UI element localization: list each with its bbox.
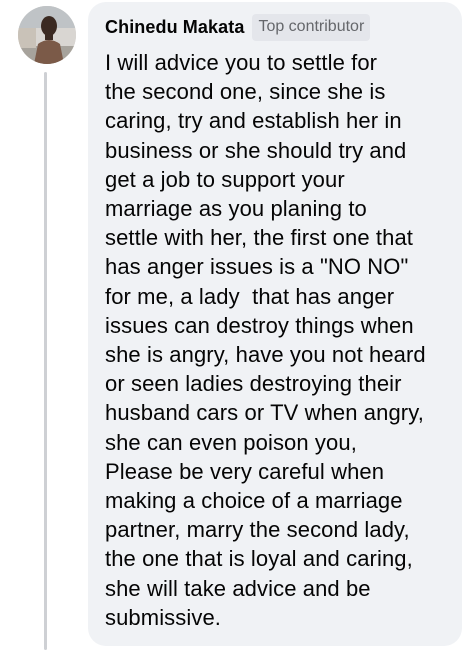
comment-line: for me, a lady that has anger [105,283,395,309]
comment-line: business or she should try and [105,137,407,163]
comment-line: submissive. [105,604,222,630]
author-name[interactable]: Chinedu Makata [105,17,244,38]
comment-line: making a choice of a marriage [105,488,403,514]
comment-line: caring, try and establish her in [105,108,402,134]
comment-line: or seen ladies destroying their [105,371,402,397]
comment-line: has anger issues is a "NO NO" [105,254,409,280]
comment-line: she is angry, have you not heard [105,342,426,368]
reply-thread-line [44,72,47,650]
avatar[interactable] [18,6,76,64]
comment-text: I will advice you to settle for the secon… [105,48,452,632]
comment-line: issues can destroy things when [105,312,414,338]
top-contributor-badge: Top contributor [252,13,371,41]
comment-line: Please be very careful when [105,458,385,484]
user-photo-icon [18,6,76,64]
comment-header: Chinedu Makata Top contributor [105,12,452,42]
comment-line: the one that is loyal and caring, [105,546,413,572]
comment-line: the second one, since she is [105,79,386,105]
comment-line: husband cars or TV when angry, [105,400,424,426]
comment-bubble: Chinedu Makata Top contributor I will ad… [88,2,462,646]
comment-line: I will advice you to settle for [105,50,378,75]
comment-line: marriage as you planing to [105,196,367,222]
comment-line: get a job to support your [105,166,345,192]
comment-line: she will take advice and be [105,575,371,601]
comment-line: partner, marry the second lady, [105,517,410,543]
comment-line: she can even poison you, [105,429,357,455]
comment-line: settle with her, the first one that [105,225,413,251]
